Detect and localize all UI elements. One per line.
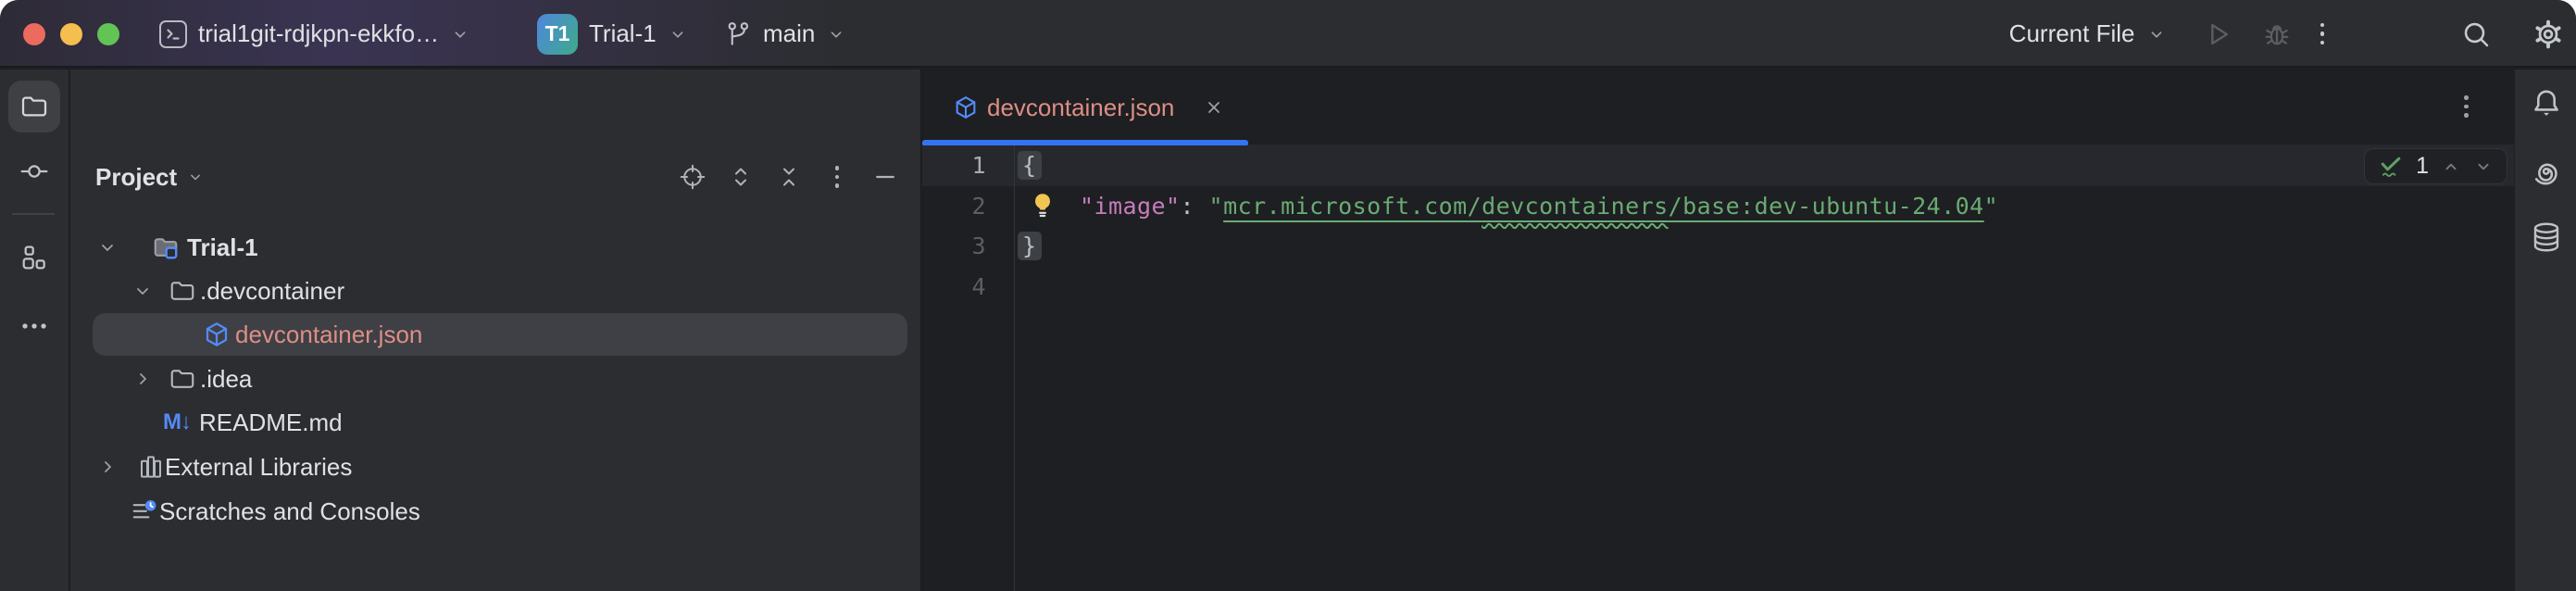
tree-row-project-root[interactable]: Trial-1 [70, 226, 920, 269]
ide-window: trial1git-rdjkpn-ekkfo… T1 Trial-1 main [0, 0, 2576, 591]
scratches-icon [129, 490, 160, 533]
macos-window-controls [23, 0, 119, 68]
search-everywhere-button[interactable] [2459, 18, 2493, 51]
project-widget-label: trial1git-rdjkpn-ekkfo… [198, 19, 439, 48]
code-line: 4 [922, 267, 2514, 308]
markdown-icon: M↓ [163, 401, 191, 444]
project-panel: Project [70, 69, 921, 591]
git-branch-icon [724, 20, 752, 48]
code-line: 3 } [922, 226, 2514, 267]
tree-row-label: devcontainer.json [235, 313, 422, 356]
select-opened-file-button[interactable] [679, 163, 707, 191]
panel-title[interactable]: Project [95, 163, 177, 192]
right-tool-stripe [2514, 69, 2576, 591]
tab-devcontainer-json[interactable]: devcontainer.json [922, 69, 1248, 145]
chevron-down-icon [2146, 24, 2167, 44]
project-folder-icon [150, 226, 181, 269]
tree-row-label: .devcontainer [200, 270, 344, 312]
project-panel-header: Project [70, 161, 920, 193]
notifications-bell-icon[interactable] [2530, 87, 2563, 120]
stripe-divider [12, 213, 55, 215]
project-widget[interactable]: trial1git-rdjkpn-ekkfo… [159, 0, 470, 68]
task-widget[interactable]: T1 Trial-1 [537, 0, 688, 68]
tree-row-scratches[interactable]: Scratches and Consoles [70, 490, 920, 533]
main-area: Project [0, 69, 2576, 591]
zoom-window-button[interactable] [97, 23, 119, 45]
editor-area: devcontainer.json 1 { [922, 69, 2514, 591]
tree-row-label: External Libraries [165, 446, 352, 488]
more-tool-windows-button[interactable] [19, 310, 50, 342]
panel-options-button[interactable] [823, 163, 851, 191]
inspections-count: 1 [2416, 153, 2429, 180]
more-actions-button[interactable] [2320, 23, 2325, 45]
tree-row-label: Scratches and Consoles [159, 490, 420, 533]
chevron-down-icon [826, 24, 846, 44]
no-problems-check-icon [2378, 154, 2404, 180]
external-libraries-icon [135, 446, 167, 488]
tab-label: devcontainer.json [987, 94, 1174, 122]
chevron-down-icon [450, 24, 470, 44]
close-tab-icon[interactable] [1203, 96, 1225, 119]
git-branch-widget[interactable]: main [724, 0, 846, 68]
devcontainer-cube-icon [953, 94, 979, 120]
previous-problem-chevron-icon[interactable] [2441, 157, 2461, 177]
chevron-down-icon [668, 24, 688, 44]
code-line: 1 { [922, 145, 2514, 186]
line-number: 2 [922, 186, 1014, 227]
tree-row-devcontainer-json[interactable]: devcontainer.json [70, 313, 920, 356]
database-icon[interactable] [2530, 220, 2563, 254]
git-branch-label: main [763, 19, 815, 48]
task-name-label: Trial-1 [589, 19, 657, 48]
tab-options-button[interactable] [2464, 95, 2469, 118]
json-string-link-token[interactable]: mcr.microsoft.com/devcontainers/base:dev… [1223, 193, 1984, 220]
json-key-token: "image" [1080, 193, 1181, 220]
tree-row-external-libraries[interactable]: External Libraries [70, 446, 920, 488]
debug-button[interactable] [2261, 19, 2293, 50]
hide-panel-button[interactable] [871, 163, 899, 191]
tree-row-label: .idea [200, 358, 252, 400]
editor-tab-bar: devcontainer.json [922, 69, 2514, 145]
line-number: 3 [922, 226, 1014, 267]
tree-row-readme[interactable]: M↓ README.md [70, 401, 920, 444]
folder-icon [167, 270, 198, 312]
line-number: 1 [922, 145, 1014, 186]
devcontainer-cube-icon [201, 313, 232, 356]
chevron-down-icon [93, 226, 122, 269]
inspections-widget[interactable]: 1 [2364, 148, 2507, 184]
titlebar: trial1git-rdjkpn-ekkfo… T1 Trial-1 main [0, 0, 2576, 68]
run-configuration-selector[interactable]: Current File [2009, 19, 2135, 48]
terminal-project-icon [159, 20, 187, 48]
commit-tool-button[interactable] [19, 156, 50, 187]
chevron-right-icon [128, 358, 157, 400]
tree-row-idea-folder[interactable]: .idea [70, 358, 920, 400]
chevron-down-icon [128, 270, 157, 312]
close-window-button[interactable] [23, 23, 45, 45]
structure-tool-button[interactable] [19, 242, 50, 273]
expand-all-button[interactable] [727, 163, 755, 191]
settings-gear-icon[interactable] [2532, 18, 2565, 51]
collapse-all-button[interactable] [775, 163, 803, 191]
left-tool-stripe [0, 69, 69, 591]
project-tool-button[interactable] [8, 81, 60, 132]
intention-lightbulb-icon[interactable] [1028, 190, 1057, 223]
code-token: { [1018, 151, 1042, 180]
chevron-right-icon [93, 446, 122, 488]
tree-row-devcontainer-folder[interactable]: .devcontainer [70, 270, 920, 312]
task-badge: T1 [537, 14, 578, 55]
folder-icon [19, 92, 49, 121]
ai-assistant-icon[interactable] [2530, 155, 2563, 188]
code-line: 2 "image": "mcr.microsoft.com/devcontain… [922, 186, 2514, 227]
run-button[interactable] [2202, 19, 2233, 50]
titlebar-actions: Current File [2009, 0, 2565, 68]
code-token: } [1018, 232, 1042, 260]
tree-row-label: README.md [199, 401, 343, 444]
line-number: 4 [922, 267, 1014, 308]
tree-row-label: Trial-1 [187, 226, 258, 269]
minimize-window-button[interactable] [60, 23, 82, 45]
folder-icon [167, 358, 198, 400]
chevron-down-icon [186, 168, 205, 186]
code-editor[interactable]: 1 { 2 "image": "mcr.microsoft.com/devcon… [922, 145, 2514, 591]
typo-highlight: devcontainers [1482, 193, 1669, 220]
next-problem-chevron-icon[interactable] [2473, 157, 2494, 177]
